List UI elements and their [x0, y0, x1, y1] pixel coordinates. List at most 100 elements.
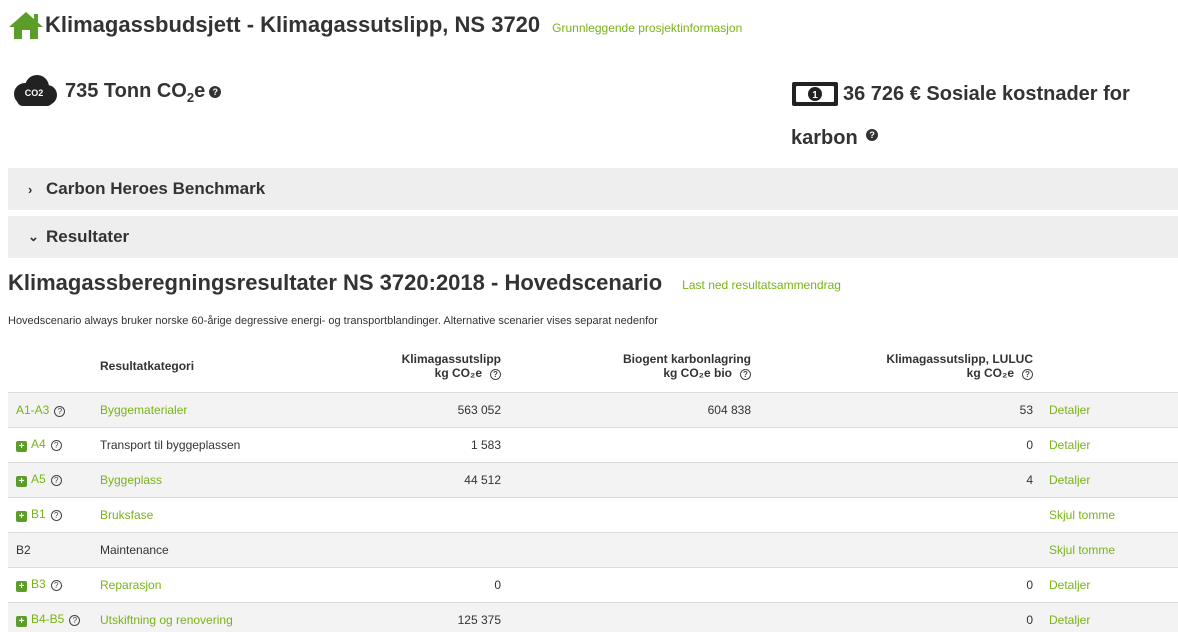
column-unit: kg CO₂e — [966, 365, 1014, 380]
row-action-cell[interactable]: Skjul tomme — [1033, 531, 1178, 567]
row-code: B1 — [31, 507, 46, 521]
row-biogenic — [501, 601, 751, 632]
social-cost-kpi: 1 36 726 € Sosiale kostnader for karbon … — [791, 72, 1161, 160]
table-row: + B4-B5? Utskiftning og renovering 125 375 0… — [8, 601, 1178, 632]
row-action-link[interactable]: Detaljer — [1049, 438, 1090, 452]
results-title: Klimagassberegningsresultater NS 3720:20… — [8, 270, 663, 295]
row-category-cell[interactable]: Reparasjon — [100, 566, 300, 602]
row-category[interactable]: Byggematerialer — [100, 403, 187, 417]
row-emissions: 1 583 — [300, 426, 501, 462]
accordion-resultater[interactable]: ⌄ Resultater — [8, 216, 1178, 258]
row-emissions: 44 512 — [300, 461, 501, 497]
help-icon[interactable]: ? — [69, 615, 81, 627]
table-row: + B3? Reparasjon 0 0 Detaljer — [8, 566, 1178, 602]
row-action-cell[interactable]: Detaljer — [1033, 601, 1178, 632]
help-icon[interactable]: ? — [54, 405, 66, 417]
home-icon[interactable] — [8, 10, 44, 40]
column-title: Klimagassutslipp — [401, 351, 501, 366]
row-category[interactable]: Utskiftning og renovering — [100, 613, 233, 627]
row-code-cell: + B3? — [8, 566, 100, 602]
table-row: + B1? Bruksfase Skjul tomme — [8, 496, 1178, 532]
row-action-link[interactable]: Skjul tomme — [1049, 508, 1115, 522]
help-icon[interactable]: ? — [50, 475, 62, 486]
row-code-cell: + A5? — [8, 461, 100, 497]
row-action-cell[interactable]: Skjul tomme — [1033, 496, 1178, 532]
row-category-cell: Maintenance — [100, 531, 300, 567]
row-action-link[interactable]: Skjul tomme — [1049, 543, 1115, 557]
row-action-cell[interactable]: Detaljer — [1033, 391, 1178, 427]
expand-plus-icon[interactable]: + — [16, 441, 27, 452]
svg-text:CO2: CO2 — [25, 88, 44, 98]
row-emissions — [300, 496, 501, 532]
help-icon[interactable]: ? — [209, 86, 222, 98]
row-category-cell[interactable]: Byggematerialer — [100, 391, 300, 427]
row-biogenic — [501, 566, 751, 602]
row-emissions: 125 375 — [300, 601, 501, 632]
expand-plus-icon[interactable]: + — [16, 476, 27, 487]
row-luluc: 0 — [751, 601, 1033, 632]
help-icon[interactable]: ? — [1022, 368, 1033, 380]
expand-plus-icon[interactable]: + — [16, 511, 27, 522]
row-category[interactable]: Bruksfase — [100, 508, 153, 522]
column-header-biogenic: Biogent karbonlagring kg CO₂e bio? — [501, 340, 751, 392]
help-icon[interactable]: ? — [50, 580, 62, 591]
row-action-cell[interactable]: Detaljer — [1033, 566, 1178, 602]
column-header-category: Resultatkategori — [100, 358, 195, 373]
social-cost-line2: karbon — [791, 127, 858, 149]
expand-plus-icon[interactable]: + — [16, 616, 27, 628]
help-icon[interactable]: ? — [740, 368, 751, 380]
row-biogenic — [501, 531, 751, 567]
table-row: + A4? Transport til byggeplassen 1 583 0 Deta… — [8, 426, 1178, 462]
social-cost-line1: 36 726 € Sosiale kostnader for — [843, 83, 1130, 105]
row-category-cell[interactable]: Bruksfase — [100, 496, 300, 532]
column-header-emissions: Klimagassutslipp kg CO₂e? — [300, 340, 501, 392]
help-icon[interactable]: ? — [866, 129, 879, 141]
row-luluc: 53 — [751, 391, 1033, 427]
accordion-label: Resultater — [46, 227, 130, 246]
scenario-note: Hovedscenario always bruker norske 60-år… — [8, 315, 658, 327]
table-row: A1-A3? Byggematerialer 563 052 604 838 53 Det… — [8, 391, 1178, 427]
emissions-total: 735 Tonn CO2e — [65, 80, 205, 105]
accordion-carbon-heroes[interactable]: › Carbon Heroes Benchmark — [8, 168, 1178, 210]
help-icon[interactable]: ? — [50, 440, 62, 451]
row-action-link[interactable]: Detaljer — [1049, 578, 1090, 592]
column-header-code — [8, 340, 100, 392]
row-code: B2 — [16, 542, 31, 557]
row-category[interactable]: Byggeplass — [100, 473, 162, 487]
results-table: Resultatkategori Klimagassutslipp kg CO₂… — [8, 340, 1178, 632]
column-title: Biogent karbonlagring — [622, 351, 751, 366]
help-icon[interactable]: ? — [490, 368, 501, 380]
row-biogenic — [501, 496, 751, 532]
chevron-down-icon: ⌄ — [28, 229, 39, 244]
help-icon[interactable]: ? — [50, 510, 62, 521]
chevron-right-icon: › — [28, 181, 33, 197]
row-luluc: 0 — [751, 426, 1033, 462]
column-unit: kg CO₂e — [434, 365, 482, 380]
row-code-cell: + B1? — [8, 496, 100, 532]
row-action-link[interactable]: Detaljer — [1049, 403, 1090, 417]
table-row: B2 Maintenance Skjul tomme — [8, 531, 1178, 567]
row-action-cell[interactable]: Detaljer — [1033, 461, 1178, 497]
results-header: Klimagassberegningsresultater NS 3720:20… — [8, 270, 841, 296]
row-category: Transport til byggeplassen — [100, 437, 241, 452]
project-info-link[interactable]: Grunnleggende prosjektinformasjon — [552, 16, 742, 40]
results-body: A1-A3? Byggematerialer 563 052 604 838 53 Det… — [8, 391, 1178, 632]
row-code-cell: + B4-B5? — [8, 601, 100, 632]
row-category[interactable]: Reparasjon — [100, 578, 161, 592]
banknote-icon: 1 — [792, 82, 838, 106]
co2-cloud-icon: CO2 — [14, 75, 57, 106]
row-action-link[interactable]: Detaljer — [1049, 473, 1090, 487]
row-category-cell[interactable]: Byggeplass — [100, 461, 300, 497]
row-code: B4-B5 — [31, 612, 65, 627]
download-summary-link[interactable]: Last ned resultatsammendrag — [682, 274, 841, 296]
expand-plus-icon[interactable]: + — [16, 581, 27, 592]
row-code-cell: B2 — [8, 531, 100, 567]
row-action-link[interactable]: Detaljer — [1049, 613, 1090, 627]
page-header: Klimagassbudsjett - Klimagassutslipp, NS… — [8, 10, 742, 40]
page-title: Klimagassbudsjett - Klimagassutslipp, NS… — [45, 12, 541, 37]
row-category: Maintenance — [100, 542, 169, 557]
row-category-cell[interactable]: Utskiftning og renovering — [100, 601, 300, 632]
row-action-cell[interactable]: Detaljer — [1033, 426, 1178, 462]
column-unit: kg CO₂e bio — [663, 365, 732, 380]
row-emissions: 0 — [300, 566, 501, 602]
